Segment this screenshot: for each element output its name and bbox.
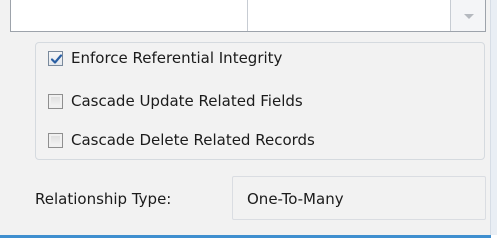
cascade-update-checkbox[interactable]: Cascade Update Related Fields [48, 89, 303, 113]
relationship-type-label: Relationship Type: [35, 190, 172, 208]
checkbox-box[interactable] [48, 132, 63, 148]
relationship-type-value: One-To-Many [232, 176, 486, 220]
edit-relationships-dialog: Enforce Referential Integrity Cascade Up… [0, 0, 497, 246]
checkbox-box[interactable] [48, 50, 63, 66]
cascade-delete-label: Cascade Delete Related Records [71, 131, 315, 149]
cascade-update-label: Cascade Update Related Fields [71, 92, 303, 110]
accent-line [0, 235, 491, 238]
grid-scroll-button[interactable] [450, 0, 485, 31]
window-edge [490, 0, 497, 246]
grid-column-divider [247, 0, 248, 31]
join-fields-grid[interactable] [10, 0, 486, 32]
checkbox-box[interactable] [48, 93, 63, 109]
chevron-down-icon [464, 14, 474, 19]
checkmark-icon [50, 53, 63, 64]
enforce-referential-integrity-checkbox[interactable]: Enforce Referential Integrity [48, 46, 289, 70]
enforce-referential-integrity-label: Enforce Referential Integrity [71, 49, 283, 67]
cascade-delete-checkbox[interactable]: Cascade Delete Related Records [48, 128, 315, 152]
